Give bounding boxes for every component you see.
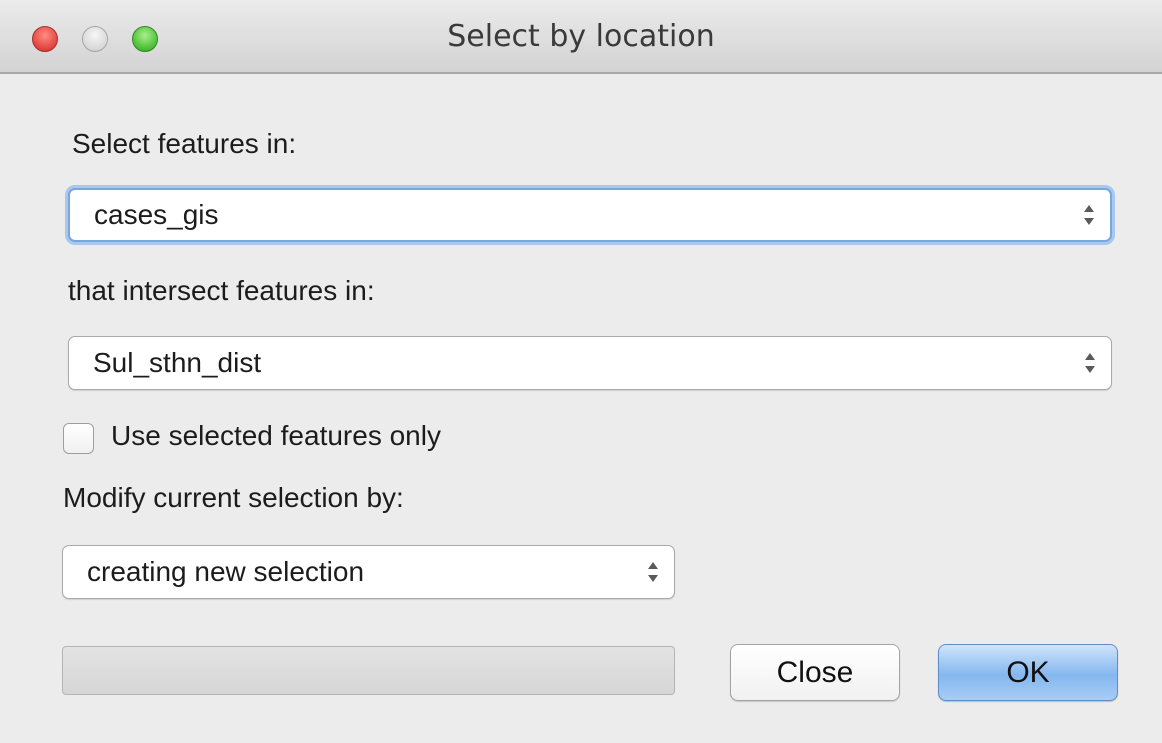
intersect-features-label: that intersect features in: <box>68 275 375 306</box>
select-features-label: Select features in: <box>72 128 297 159</box>
use-selected-features-label[interactable]: Use selected features only <box>111 420 441 452</box>
up-down-arrows-icon <box>1084 205 1094 225</box>
modify-selection-combo[interactable]: creating new selection <box>62 545 675 599</box>
intersect-features-value: Sul_sthn_dist <box>93 347 262 378</box>
title-bar[interactable]: Select by location <box>0 0 1162 74</box>
use-selected-features-checkbox[interactable] <box>63 423 94 454</box>
close-button[interactable]: Close <box>730 644 900 701</box>
progress-bar <box>62 646 675 695</box>
modify-selection-label: Modify current selection by: <box>63 482 404 513</box>
ok-button[interactable]: OK <box>938 644 1118 701</box>
intersect-features-combo[interactable]: Sul_sthn_dist <box>68 336 1112 390</box>
select-features-combo[interactable]: cases_gis <box>68 188 1112 242</box>
select-features-value: cases_gis <box>94 199 219 230</box>
up-down-arrows-icon <box>648 562 658 582</box>
modify-selection-value: creating new selection <box>87 556 365 587</box>
up-down-arrows-icon <box>1085 353 1095 373</box>
window-title: Select by location <box>447 19 715 54</box>
select-by-location-window: Select by location Select features in: c… <box>0 0 1162 743</box>
